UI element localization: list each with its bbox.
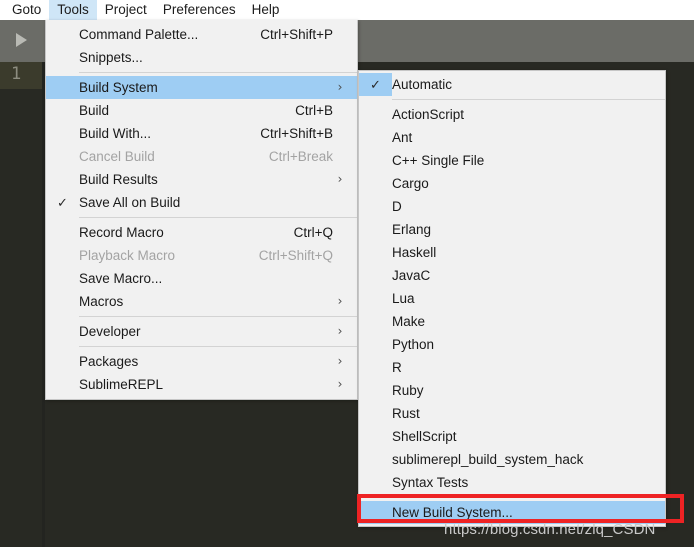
tools-menu-item-label: Packages — [79, 354, 139, 369]
build-system-item-label: Automatic — [392, 77, 453, 92]
tools-menu-item-label: Build With... — [79, 126, 152, 141]
tools-menu-item-label: Save All on Build — [79, 195, 181, 210]
tools-menu-separator — [79, 316, 357, 317]
tools-menu-item-shortcut: Ctrl+Q — [293, 225, 333, 240]
build-system-item-cargo[interactable]: Cargo — [359, 172, 665, 195]
tools-menu-item-snippets[interactable]: Snippets... — [46, 46, 357, 69]
tools-menu-item-shortcut: Ctrl+Break — [268, 149, 333, 164]
build-system-item-r[interactable]: R — [359, 356, 665, 379]
tools-menu-item-label: Developer — [79, 324, 141, 339]
build-system-item-ruby[interactable]: Ruby — [359, 379, 665, 402]
check-icon: ✓ — [359, 73, 392, 96]
tools-menu-item-label: Record Macro — [79, 225, 164, 240]
tools-menu-item-save-macro[interactable]: Save Macro... — [46, 267, 357, 290]
menubar-item-help[interactable]: Help — [244, 0, 288, 20]
tools-menu-item-shortcut: Ctrl+Shift+Q — [258, 248, 333, 263]
build-system-item-haskell[interactable]: Haskell — [359, 241, 665, 264]
build-system-item-make[interactable]: Make — [359, 310, 665, 333]
build-system-item-lua[interactable]: Lua — [359, 287, 665, 310]
build-system-item-label: Haskell — [392, 245, 437, 260]
tools-menu-item-build-with[interactable]: Build With... Ctrl+Shift+B — [46, 122, 357, 145]
chevron-right-icon: › — [337, 354, 343, 368]
tools-menu-item-sublimerepl[interactable]: SublimeREPL › — [46, 373, 357, 396]
chevron-right-icon: › — [337, 172, 343, 186]
tools-menu-item-save-all-on-build[interactable]: ✓ Save All on Build — [46, 191, 357, 214]
chevron-right-icon: › — [337, 377, 343, 391]
tools-menu-item-packages[interactable]: Packages › — [46, 350, 357, 373]
build-system-item-rust[interactable]: Rust — [359, 402, 665, 425]
build-system-item-label: Erlang — [392, 222, 432, 237]
tools-dropdown-menu[interactable]: Command Palette... Ctrl+Shift+P Snippets..… — [45, 20, 358, 400]
tools-menu-item-label: Build Results — [79, 172, 158, 187]
build-system-item-label: C++ Single File — [392, 153, 485, 168]
build-system-item-label: Ruby — [392, 383, 424, 398]
tools-menu-item-record-macro[interactable]: Record Macro Ctrl+Q — [46, 221, 357, 244]
tools-menu-item-label: Snippets... — [79, 50, 143, 65]
line-number-gutter: 1 — [11, 64, 22, 84]
tools-menu-item-label: SublimeREPL — [79, 377, 164, 392]
menubar-item-preferences[interactable]: Preferences — [155, 0, 244, 20]
tools-menu-item-label: Build System — [79, 80, 158, 95]
build-system-item-python[interactable]: Python — [359, 333, 665, 356]
build-system-item-label: Ant — [392, 130, 413, 145]
sublime-text-window: 1 Goto Tools Project Preferences Help Comman… — [0, 0, 694, 547]
build-system-item-label: Rust — [392, 406, 420, 421]
chevron-right-icon: › — [337, 324, 343, 338]
tools-menu-separator — [79, 217, 357, 218]
build-system-item-ant[interactable]: Ant — [359, 126, 665, 149]
build-system-item-c-single-file[interactable]: C++ Single File — [359, 149, 665, 172]
build-system-item-javac[interactable]: JavaC — [359, 264, 665, 287]
chevron-right-icon: › — [337, 294, 343, 308]
tools-menu-item-label: Playback Macro — [79, 248, 176, 263]
build-system-submenu[interactable]: ✓ Automatic ActionScript Ant C++ Single File… — [358, 70, 666, 527]
tools-menu-separator — [79, 72, 357, 73]
tools-menu-item-label: Cancel Build — [79, 149, 155, 164]
menubar-item-project[interactable]: Project — [97, 0, 155, 20]
play-triangle-icon[interactable] — [16, 33, 27, 47]
tools-menu-item-developer[interactable]: Developer › — [46, 320, 357, 343]
tools-menu-item-command-palette[interactable]: Command Palette... Ctrl+Shift+P — [46, 23, 357, 46]
build-system-item-syntax-tests[interactable]: Syntax Tests — [359, 471, 665, 494]
tools-menu-item-label: Save Macro... — [79, 271, 163, 286]
build-system-item-shellscript[interactable]: ShellScript — [359, 425, 665, 448]
build-system-item-label: D — [392, 199, 402, 214]
build-system-item-label: Make — [392, 314, 426, 329]
tools-menu-item-build-system[interactable]: Build System › — [46, 76, 357, 99]
build-system-item-label: Cargo — [392, 176, 429, 191]
chevron-right-icon: › — [337, 80, 343, 94]
build-system-item-erlang[interactable]: Erlang — [359, 218, 665, 241]
tools-menu-item-build-results[interactable]: Build Results › — [46, 168, 357, 191]
menubar-item-tools[interactable]: Tools — [49, 0, 97, 20]
tools-menu-item-cancel-build: Cancel Build Ctrl+Break — [46, 145, 357, 168]
build-system-item-label: Syntax Tests — [392, 475, 469, 490]
tools-menu-item-build[interactable]: Build Ctrl+B — [46, 99, 357, 122]
build-system-item-automatic[interactable]: ✓ Automatic — [359, 73, 665, 96]
build-system-item-label: Python — [392, 337, 435, 352]
tools-menu-item-playback-macro: Playback Macro Ctrl+Shift+Q — [46, 244, 357, 267]
menubar-item-goto[interactable]: Goto — [4, 0, 49, 20]
build-system-item-sublimerepl-build-system-hack[interactable]: sublimerepl_build_system_hack — [359, 448, 665, 471]
build-system-item-label: ShellScript — [392, 429, 457, 444]
build-system-item-label: R — [392, 360, 402, 375]
build-system-separator — [392, 497, 665, 498]
tools-menu-item-label: Build — [79, 103, 110, 118]
build-system-item-label: sublimerepl_build_system_hack — [392, 452, 584, 467]
menubar: Goto Tools Project Preferences Help — [0, 0, 694, 20]
watermark-text: https://blog.csdn.net/zlq_CSDN — [444, 521, 656, 538]
tools-menu-item-shortcut: Ctrl+B — [295, 103, 333, 118]
build-system-item-label: JavaC — [392, 268, 431, 283]
build-system-separator — [392, 99, 665, 100]
build-system-item-actionscript[interactable]: ActionScript — [359, 103, 665, 126]
tools-menu-item-shortcut: Ctrl+Shift+P — [260, 27, 333, 42]
build-system-item-label: ActionScript — [392, 107, 465, 122]
tools-menu-item-label: Command Palette... — [79, 27, 199, 42]
build-system-item-label: Lua — [392, 291, 415, 306]
tools-menu-item-label: Macros — [79, 294, 124, 309]
tools-menu-separator — [79, 346, 357, 347]
check-icon: ✓ — [57, 195, 68, 210]
tools-menu-item-shortcut: Ctrl+Shift+B — [260, 126, 333, 141]
tools-menu-item-macros[interactable]: Macros › — [46, 290, 357, 313]
build-system-item-d[interactable]: D — [359, 195, 665, 218]
